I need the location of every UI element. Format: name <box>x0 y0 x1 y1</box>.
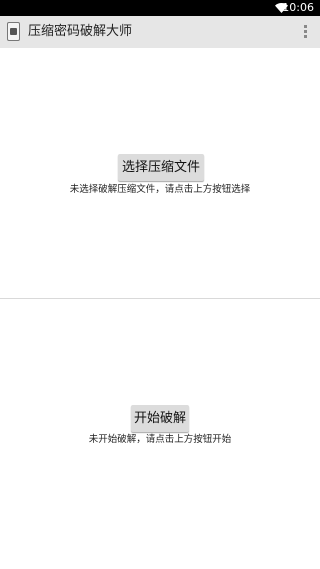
crack-status-text: 未开始破解，请点击上方按钮开始 <box>88 434 232 445</box>
crack-section: 开始破解 未开始破解，请点击上方按钮开始 <box>0 299 320 569</box>
start-crack-button[interactable]: 开始破解 <box>131 405 189 432</box>
select-status-text: 未选择破解压缩文件，请点击上方按钮选择 <box>69 184 251 195</box>
app-title: 压缩密码破解大师 <box>28 24 133 39</box>
select-file-section: 选择压缩文件 未选择破解压缩文件，请点击上方按钮选择 <box>0 48 320 298</box>
action-bar: 压缩密码破解大师 <box>0 16 320 48</box>
status-bar: 10:06 <box>0 0 320 16</box>
status-time: 10:06 <box>282 1 314 14</box>
select-archive-button[interactable]: 选择压缩文件 <box>118 154 204 181</box>
overflow-menu-icon[interactable] <box>302 25 308 41</box>
app-icon[interactable] <box>7 22 20 41</box>
